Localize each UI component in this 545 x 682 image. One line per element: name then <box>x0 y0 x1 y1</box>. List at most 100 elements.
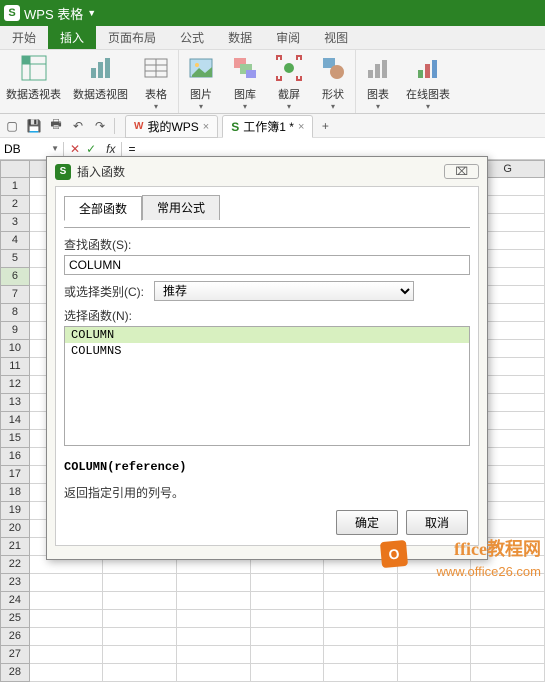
tab-data[interactable]: 数据 <box>216 26 264 49</box>
cell[interactable] <box>251 610 325 628</box>
row-header[interactable]: 5 <box>0 250 30 268</box>
cell[interactable] <box>471 628 545 646</box>
row-header[interactable]: 26 <box>0 628 30 646</box>
gallery-button[interactable]: 图库 ▾ <box>223 50 267 113</box>
cell[interactable] <box>177 664 251 682</box>
cell[interactable] <box>103 574 177 592</box>
cell[interactable] <box>30 646 104 664</box>
shapes-button[interactable]: 形状 ▾ <box>311 50 355 113</box>
tab-close-icon[interactable]: × <box>298 121 304 133</box>
row-header[interactable]: 7 <box>0 286 30 304</box>
cell[interactable] <box>177 574 251 592</box>
formula-bar[interactable]: = <box>121 142 545 156</box>
fx-icon[interactable]: fx <box>106 142 115 156</box>
row-header[interactable]: 4 <box>0 232 30 250</box>
row-header[interactable]: 16 <box>0 448 30 466</box>
row-header[interactable]: 21 <box>0 538 30 556</box>
row-header[interactable]: 8 <box>0 304 30 322</box>
cell[interactable] <box>177 646 251 664</box>
chart-button[interactable]: 图表 ▾ <box>356 50 400 113</box>
category-select[interactable]: 推荐 <box>154 281 414 301</box>
add-tab-icon[interactable]: + <box>317 118 333 134</box>
row-header[interactable]: 13 <box>0 394 30 412</box>
row-header[interactable]: 23 <box>0 574 30 592</box>
tab-page-layout[interactable]: 页面布局 <box>96 26 168 49</box>
print-icon[interactable]: 🖶 <box>48 118 64 134</box>
function-list[interactable]: COLUMN COLUMNS <box>64 326 470 446</box>
ok-button[interactable]: 确定 <box>336 510 398 535</box>
cell[interactable] <box>103 646 177 664</box>
tab-review[interactable]: 审阅 <box>264 26 312 49</box>
accept-formula-icon[interactable]: ✓ <box>86 142 96 156</box>
screenshot-button[interactable]: 截屏 ▾ <box>267 50 311 113</box>
row-header[interactable]: 22 <box>0 556 30 574</box>
cell[interactable] <box>471 646 545 664</box>
cell[interactable] <box>251 628 325 646</box>
row-header[interactable]: 27 <box>0 646 30 664</box>
cell[interactable] <box>103 628 177 646</box>
cell[interactable] <box>471 610 545 628</box>
row-header[interactable]: 11 <box>0 358 30 376</box>
cell[interactable] <box>30 592 104 610</box>
row-header[interactable]: 20 <box>0 520 30 538</box>
cell[interactable] <box>251 664 325 682</box>
online-chart-button[interactable]: 在线图表 ▾ <box>400 50 456 113</box>
row-header[interactable]: 1 <box>0 178 30 196</box>
cell[interactable] <box>103 610 177 628</box>
row-header[interactable]: 17 <box>0 466 30 484</box>
tab-view[interactable]: 视图 <box>312 26 360 49</box>
row-header[interactable]: 28 <box>0 664 30 682</box>
cell[interactable] <box>103 664 177 682</box>
cell[interactable] <box>30 574 104 592</box>
cell[interactable] <box>324 574 398 592</box>
save-icon[interactable]: 💾 <box>26 118 42 134</box>
cell[interactable] <box>251 646 325 664</box>
cell[interactable] <box>324 610 398 628</box>
cell[interactable] <box>398 664 472 682</box>
cell[interactable] <box>471 664 545 682</box>
row-header[interactable]: 18 <box>0 484 30 502</box>
chevron-down-icon[interactable]: ▼ <box>51 144 59 153</box>
row-header[interactable]: 10 <box>0 340 30 358</box>
undo-icon[interactable]: ↶ <box>70 118 86 134</box>
cancel-button[interactable]: 取消 <box>406 510 468 535</box>
cell[interactable] <box>398 628 472 646</box>
search-input[interactable] <box>64 255 470 275</box>
cell[interactable] <box>251 592 325 610</box>
cell[interactable] <box>251 574 325 592</box>
cell[interactable] <box>398 592 472 610</box>
doc-tab-workbook[interactable]: S 工作簿1 * × <box>222 115 313 138</box>
row-header[interactable]: 2 <box>0 196 30 214</box>
row-header[interactable]: 12 <box>0 376 30 394</box>
cell[interactable] <box>177 628 251 646</box>
select-all-corner[interactable] <box>0 160 30 178</box>
tab-formula[interactable]: 公式 <box>168 26 216 49</box>
pivot-chart-button[interactable]: 数据透视图 <box>67 50 134 113</box>
function-item[interactable]: COLUMN <box>65 327 469 343</box>
row-header[interactable]: 6 <box>0 268 30 286</box>
row-header[interactable]: 25 <box>0 610 30 628</box>
tables-button[interactable]: 表格 ▾ <box>134 50 178 113</box>
tab-insert[interactable]: 插入 <box>48 26 96 49</box>
cell[interactable] <box>324 646 398 664</box>
cell[interactable] <box>398 610 472 628</box>
cell[interactable] <box>471 592 545 610</box>
cell[interactable] <box>177 592 251 610</box>
cell[interactable] <box>324 664 398 682</box>
row-header[interactable]: 9 <box>0 322 30 340</box>
pivot-table-button[interactable]: 数据透视表 <box>0 50 67 113</box>
name-box[interactable]: DB ▼ <box>0 142 64 156</box>
tab-all-functions[interactable]: 全部函数 <box>64 196 142 221</box>
cell[interactable] <box>177 610 251 628</box>
redo-icon[interactable]: ↷ <box>92 118 108 134</box>
pictures-button[interactable]: 图片 ▾ <box>179 50 223 113</box>
cell[interactable] <box>398 646 472 664</box>
doc-tab-mywps[interactable]: W 我的WPS × <box>125 115 218 138</box>
row-header[interactable]: 3 <box>0 214 30 232</box>
tab-start[interactable]: 开始 <box>0 26 48 49</box>
cell[interactable] <box>30 628 104 646</box>
row-header[interactable]: 24 <box>0 592 30 610</box>
new-file-icon[interactable]: ▢ <box>4 118 20 134</box>
dialog-close-button[interactable]: ⌧ <box>444 164 479 179</box>
cell[interactable] <box>324 592 398 610</box>
